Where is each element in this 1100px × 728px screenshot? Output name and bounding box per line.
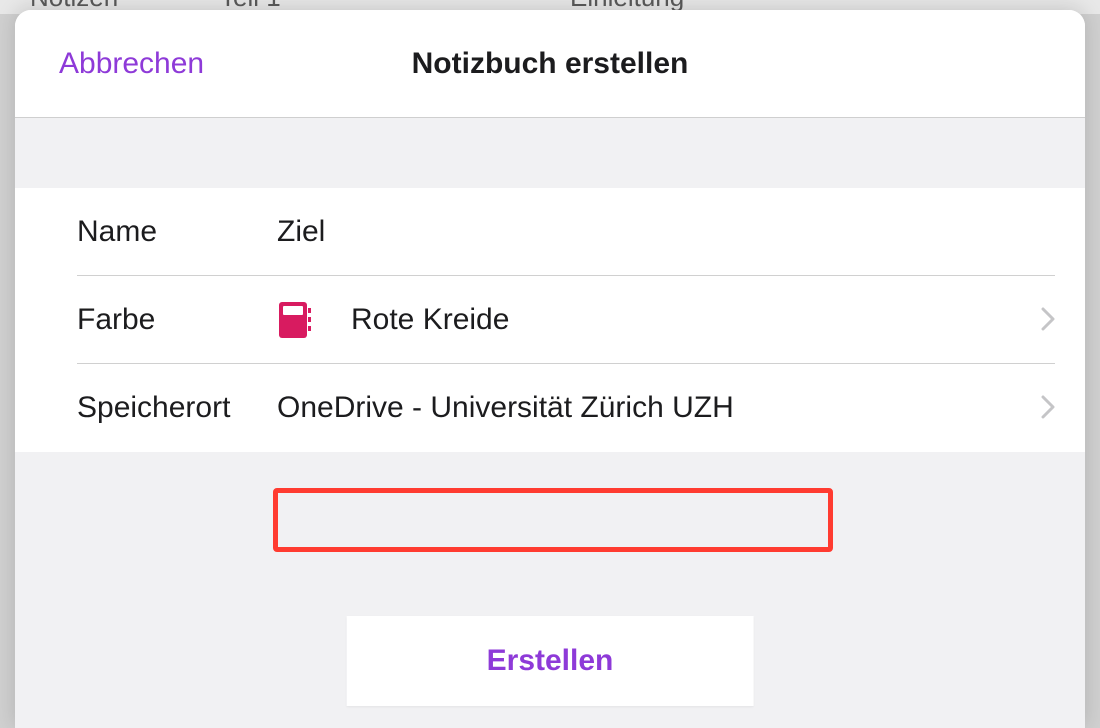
location-value: OneDrive - Universität Zürich UZH — [277, 391, 734, 425]
name-row[interactable]: Name — [15, 188, 1085, 276]
annotation-highlight-box — [273, 488, 833, 552]
notebook-color-icon — [277, 300, 313, 340]
create-button[interactable]: Erstellen — [347, 616, 754, 706]
name-input[interactable] — [277, 215, 1055, 249]
cancel-button[interactable]: Abbrechen — [59, 47, 204, 81]
create-button-wrapper: Erstellen — [347, 616, 754, 706]
modal-sheet: Abbrechen Notizbuch erstellen Name Farbe — [15, 10, 1085, 728]
sheet-header: Abbrechen Notizbuch erstellen — [15, 10, 1085, 118]
form-group: Name Farbe — [15, 188, 1085, 452]
color-value: Rote Kreide — [351, 303, 509, 337]
chevron-right-icon — [1041, 390, 1055, 427]
location-label: Speicherort — [77, 391, 277, 425]
name-label: Name — [77, 215, 277, 249]
color-label: Farbe — [77, 303, 277, 337]
chevron-right-icon — [1041, 302, 1055, 339]
color-row[interactable]: Farbe Rote Kreide — [15, 276, 1085, 364]
sheet-body: Name Farbe — [15, 118, 1085, 728]
sheet-title: Notizbuch erstellen — [412, 47, 689, 81]
location-row[interactable]: Speicherort OneDrive - Universität Züric… — [15, 364, 1085, 452]
